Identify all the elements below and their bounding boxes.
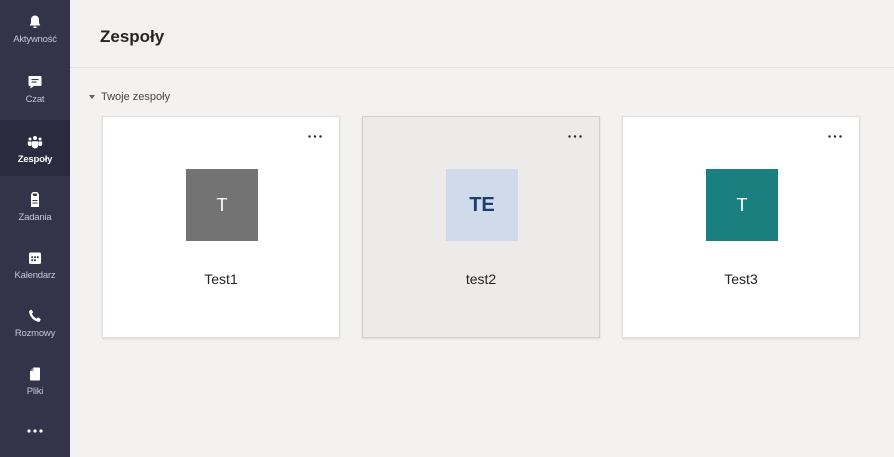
chat-icon xyxy=(28,76,42,89)
caret-down-icon xyxy=(89,95,95,99)
file-icon xyxy=(30,367,40,381)
team-more-options-button[interactable] xyxy=(825,129,845,143)
rail-item-label: Pliki xyxy=(26,386,44,397)
team-avatar: TE xyxy=(446,169,518,241)
rail-item-label: Aktywność xyxy=(13,34,57,45)
team-card-test3[interactable]: T Test3 xyxy=(622,116,860,338)
team-card-test1[interactable]: T Test1 xyxy=(102,116,340,338)
rail-item-teams[interactable]: Zespoły xyxy=(0,120,70,176)
phone-icon xyxy=(29,309,41,322)
calendar-icon xyxy=(29,252,41,264)
team-initials: TE xyxy=(469,193,495,216)
team-initials: T xyxy=(216,194,228,215)
more-options-icon xyxy=(568,134,582,138)
rail-item-calls[interactable]: Rozmowy xyxy=(0,294,70,350)
rail-item-label: Zespoły xyxy=(17,154,53,165)
rail-item-label: Zadania xyxy=(18,212,52,223)
app-rail: Aktywność Czat Zespoły Zadania Kalendarz… xyxy=(0,0,70,457)
team-avatar: T xyxy=(186,169,258,241)
rail-item-activity[interactable]: Aktywność xyxy=(0,0,70,56)
team-name: Test3 xyxy=(724,271,758,287)
teams-icon xyxy=(27,136,43,149)
rail-item-label: Rozmowy xyxy=(14,328,56,339)
more-apps-button[interactable] xyxy=(0,414,70,448)
rail-item-label: Czat xyxy=(25,94,45,105)
your-teams-section-toggle[interactable]: Twoje zespoły xyxy=(89,91,170,103)
team-more-options-button[interactable] xyxy=(305,129,325,143)
team-avatar: T xyxy=(706,169,778,241)
rail-item-files[interactable]: Pliki xyxy=(0,352,70,408)
team-name: test2 xyxy=(465,271,497,287)
rail-item-label: Kalendarz xyxy=(14,270,56,281)
team-card-test2[interactable]: TE test2 xyxy=(362,116,600,338)
page-header: Zespoły xyxy=(70,0,894,68)
more-apps-icon xyxy=(27,429,43,433)
section-title: Twoje zespoły xyxy=(101,91,171,103)
bell-icon xyxy=(29,15,41,28)
teams-app: Aktywność Czat Zespoły Zadania Kalendarz… xyxy=(0,0,894,457)
rail-item-assignments[interactable]: Zadania xyxy=(0,178,70,234)
team-name: Test1 xyxy=(204,271,238,287)
rail-item-chat[interactable]: Czat xyxy=(0,60,70,116)
page-title: Zespoły xyxy=(100,27,165,46)
more-options-icon xyxy=(308,134,322,138)
more-options-icon xyxy=(828,134,842,138)
rail-item-calendar[interactable]: Kalendarz xyxy=(0,236,70,292)
team-initials: T xyxy=(736,194,748,215)
assignments-icon xyxy=(31,192,39,207)
team-more-options-button[interactable] xyxy=(565,129,585,143)
